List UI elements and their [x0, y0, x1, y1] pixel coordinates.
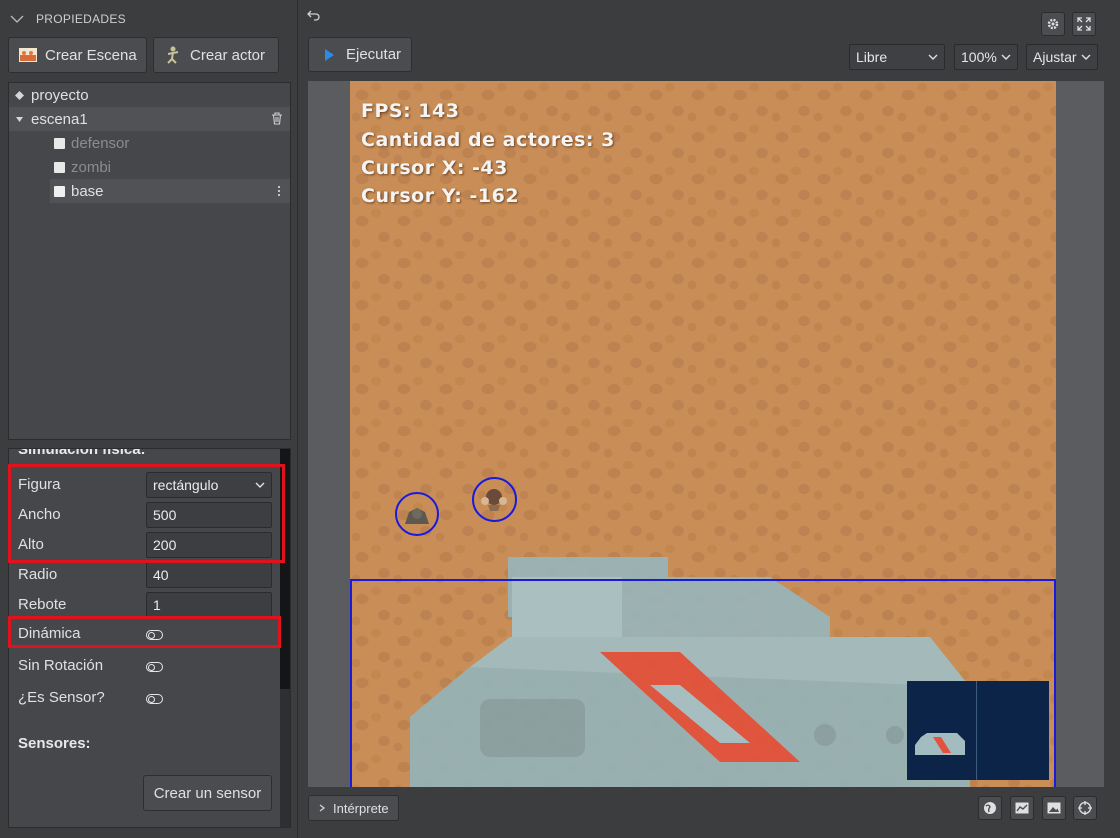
create-actor-button[interactable]: Crear actor — [153, 37, 279, 73]
chevron-down-icon — [928, 54, 938, 60]
chevron-right-icon — [319, 804, 326, 812]
gear-icon — [1047, 18, 1059, 30]
tree-item-project[interactable]: proyecto — [9, 83, 290, 107]
crosshair-icon — [1078, 801, 1092, 815]
chart-icon — [1015, 802, 1029, 814]
hud-cursor-x: Cursor X: -43 — [361, 157, 508, 179]
hud-cursor-y: Cursor Y: -162 — [361, 185, 520, 207]
radius-field[interactable]: 40 — [146, 562, 272, 588]
defensor-sprite — [405, 508, 429, 524]
expand-icon — [1077, 17, 1091, 31]
more-options-icon[interactable] — [277, 185, 281, 197]
game-canvas-container[interactable]: FPS: 143 Cantidad de actores: 3 Cursor X… — [308, 81, 1104, 787]
run-label: Ejecutar — [346, 46, 402, 63]
editor-panel: Ejecutar Libre 100% Ajustar FPS: 143 Can… — [299, 0, 1120, 838]
tree-item-label: escena1 — [31, 110, 88, 128]
create-sensor-button[interactable]: Crear un sensor — [143, 775, 272, 811]
minimap-divider — [976, 681, 977, 780]
tree-item-label: defensor — [71, 134, 130, 152]
target-button[interactable] — [1073, 796, 1097, 820]
interpreter-button[interactable]: Intérprete — [308, 795, 399, 821]
tree-item-label: zombi — [71, 158, 112, 176]
zoom-select-value: 100% — [961, 49, 997, 65]
run-button[interactable]: Ejecutar — [308, 37, 412, 72]
section-title-physics: Simulación física: — [18, 448, 146, 458]
sensors-title: Sensores: — [18, 735, 91, 752]
image-icon — [1047, 802, 1061, 814]
is-sensor-label: ¿Es Sensor? — [18, 689, 105, 706]
caret-down-icon[interactable] — [16, 116, 23, 123]
chevron-down-icon — [1001, 54, 1011, 60]
bounce-field[interactable]: 1 — [146, 592, 272, 618]
actor-checkbox[interactable] — [54, 185, 65, 197]
mode-select[interactable]: Libre — [849, 44, 945, 70]
zombi-sprite — [481, 489, 507, 511]
actor-icon — [164, 46, 182, 64]
tree-item-actor[interactable]: defensor — [9, 131, 290, 155]
properties-header[interactable]: PROPIEDADES — [0, 0, 298, 38]
image-button[interactable] — [1042, 796, 1066, 820]
no-rotation-toggle[interactable] — [146, 662, 163, 672]
bottom-bar: Intérprete — [299, 790, 1120, 838]
tree-item-scene[interactable]: escena1 — [9, 107, 290, 131]
mode-select-value: Libre — [856, 49, 888, 65]
chevron-down-icon — [1081, 54, 1091, 60]
tree-item-actor[interactable]: zombi — [9, 155, 290, 179]
radius-label: Radio — [18, 566, 58, 583]
left-panel: PROPIEDADES Crear Escena Crear actor pro… — [0, 0, 298, 838]
undo-icon[interactable] — [307, 8, 321, 22]
chart-button[interactable] — [1010, 796, 1034, 820]
fit-select[interactable]: Ajustar — [1026, 44, 1098, 70]
defensor-collision-circle[interactable] — [395, 492, 439, 536]
tree-item-label: proyecto — [31, 86, 89, 104]
settings-button[interactable] — [1041, 12, 1065, 36]
create-actor-label: Crear actor — [190, 46, 266, 64]
actor-checkbox[interactable] — [54, 161, 65, 173]
highlight-box-shape — [8, 464, 285, 563]
properties-title: PROPIEDADES — [36, 12, 126, 26]
scene-icon — [19, 46, 37, 64]
scene-tree: proyecto escena1 defensor zombi base — [8, 82, 291, 440]
zombi-collision-circle[interactable] — [472, 477, 517, 522]
create-scene-label: Crear Escena — [45, 46, 137, 64]
tree-item-label: base — [71, 182, 104, 200]
fit-select-value: Ajustar — [1033, 49, 1077, 65]
tree-item-actor-selected[interactable]: base — [50, 179, 290, 203]
play-icon — [325, 48, 334, 61]
minimap-base-sprite — [915, 733, 965, 755]
hud-actor-count: Cantidad de actores: 3 — [361, 129, 615, 151]
trash-icon[interactable] — [271, 112, 283, 125]
interpreter-label: Intérprete — [333, 800, 389, 816]
highlight-box-dynamic — [8, 616, 281, 648]
hud-fps: FPS: 143 — [361, 100, 460, 122]
actor-checkbox[interactable] — [54, 137, 65, 149]
fullscreen-button[interactable] — [1072, 12, 1096, 36]
minimap[interactable] — [907, 681, 1049, 780]
globe-button[interactable] — [978, 796, 1002, 820]
game-canvas[interactable]: FPS: 143 Cantidad de actores: 3 Cursor X… — [350, 81, 1056, 787]
bounce-label: Rebote — [18, 596, 67, 613]
no-rotation-label: Sin Rotación — [18, 657, 104, 674]
chevron-down-icon — [10, 15, 24, 23]
zoom-select[interactable]: 100% — [954, 44, 1018, 70]
create-scene-button[interactable]: Crear Escena — [8, 37, 147, 73]
is-sensor-toggle[interactable] — [146, 694, 163, 704]
globe-icon — [984, 802, 996, 814]
diamond-icon — [15, 90, 24, 100]
